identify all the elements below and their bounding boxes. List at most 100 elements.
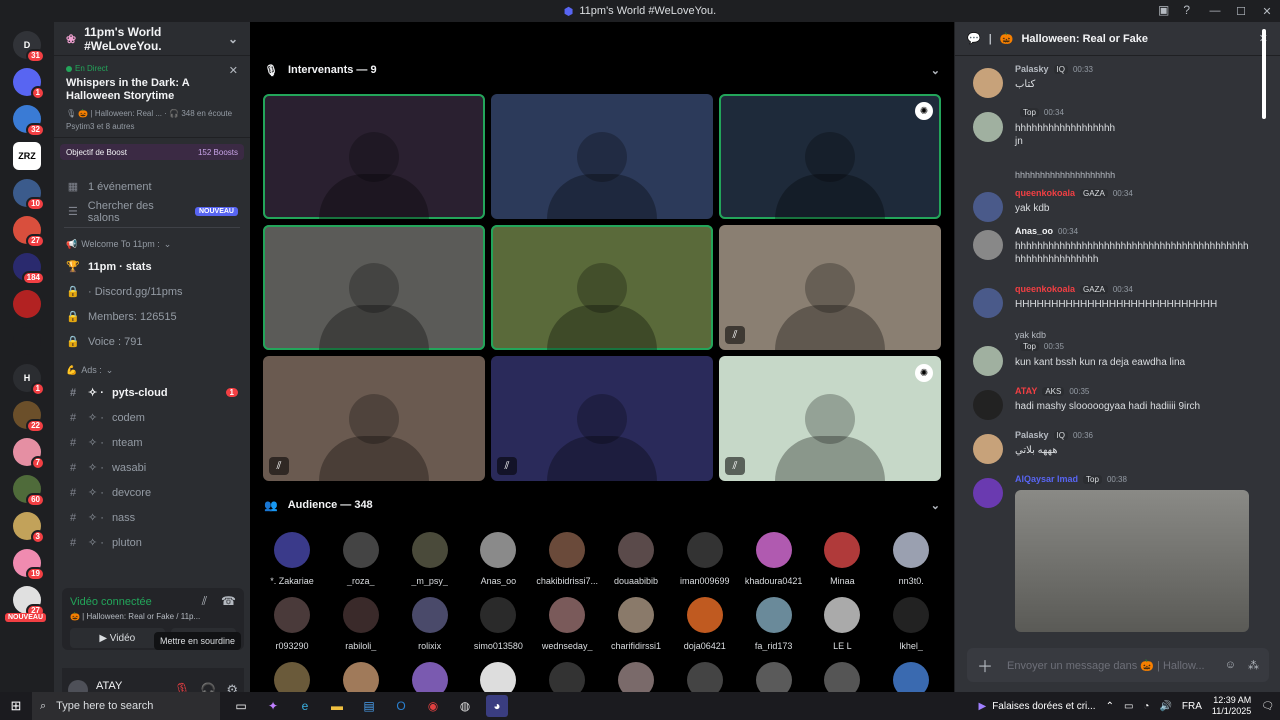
speaker-video-tile[interactable] xyxy=(263,225,485,350)
audience-member[interactable]: _m_psy_ xyxy=(396,532,464,586)
avatar[interactable] xyxy=(973,346,1003,376)
speaker-video-tile[interactable]: ✺ xyxy=(719,94,941,219)
server-icon[interactable]: 27 NOUVEAU xyxy=(5,586,47,622)
close-window-button[interactable]: ✕ xyxy=(1254,0,1280,22)
category-welcome[interactable]: 📢 Welcome To 11pm : ⌄ xyxy=(54,234,250,254)
audience-member[interactable]: iman009699 xyxy=(671,532,739,586)
author-name[interactable]: AlQaysar Imad xyxy=(1015,474,1078,484)
server-icon[interactable]: 60 xyxy=(13,475,45,507)
chevron-down-icon[interactable]: ⌄ xyxy=(931,499,940,512)
apps-icon[interactable]: ⁂ xyxy=(1248,659,1259,672)
avatar[interactable] xyxy=(973,230,1003,260)
audience-member[interactable]: wednseday_ xyxy=(533,597,601,651)
audience-member[interactable]: lkhel_ xyxy=(877,597,945,651)
maximize-button[interactable]: ☐ xyxy=(1228,0,1254,22)
noise-suppression-icon[interactable]: ⫽ xyxy=(202,594,207,609)
events-item[interactable]: ▦ 1 événement xyxy=(54,174,250,199)
audience-member[interactable]: douaabibib xyxy=(602,532,670,586)
author-name[interactable]: queenkokoala xyxy=(1015,188,1075,198)
language-indicator[interactable]: FRA xyxy=(1182,701,1202,712)
avatar[interactable] xyxy=(973,390,1003,420)
audience-member[interactable]: Anas_oo xyxy=(464,532,532,586)
server-icon[interactable]: 32 xyxy=(13,105,45,137)
disconnect-icon[interactable]: ☎ xyxy=(221,594,236,609)
obs-icon[interactable]: ◍ xyxy=(454,695,476,717)
edge-icon[interactable]: e xyxy=(294,695,316,717)
add-attachment-icon[interactable]: ＋ xyxy=(977,653,993,677)
server-icon[interactable]: 19 xyxy=(13,549,45,581)
speakers-header[interactable]: 🎙 Intervenants — 9 ⌄ xyxy=(250,55,954,85)
outlook-icon[interactable]: O xyxy=(390,695,412,717)
reply-preview[interactable]: yak kdb xyxy=(1015,330,1046,340)
wifi-icon[interactable]: ◔ xyxy=(1143,701,1149,712)
tray-chevron-icon[interactable]: ⌃ xyxy=(1106,701,1114,712)
avatar[interactable] xyxy=(973,478,1003,508)
store-icon[interactable]: ▤ xyxy=(358,695,380,717)
audience-member[interactable]: chakibidrissi7... xyxy=(533,532,601,586)
channel-item[interactable]: # ✧ · nass xyxy=(54,505,250,530)
speaker-video-tile[interactable] xyxy=(491,225,713,350)
channel-item[interactable]: # ✧ · pyts-cloud 1 xyxy=(54,380,250,405)
browse-channels-item[interactable]: ☰ Chercher des salons NOUVEAU xyxy=(54,199,250,224)
server-icon[interactable]: 22 xyxy=(13,401,45,433)
server-icon[interactable]: 10 xyxy=(13,179,45,211)
avatar[interactable] xyxy=(973,112,1003,142)
chevron-down-icon[interactable]: ⌄ xyxy=(931,64,940,77)
speaker-video-tile[interactable]: ⫽ xyxy=(263,356,485,481)
server-header[interactable]: ❀ 11pm's World #WeLoveYou. ⌄ xyxy=(54,22,250,56)
message-image[interactable] xyxy=(1015,490,1249,632)
minimize-button[interactable]: — xyxy=(1202,0,1228,22)
server-icon[interactable]: 27 xyxy=(13,216,45,248)
speaker-video-tile[interactable]: ⫽ xyxy=(719,225,941,350)
audience-member[interactable]: rabiloli_ xyxy=(327,597,395,651)
author-name[interactable]: Palasky xyxy=(1015,430,1049,440)
volume-icon[interactable]: 🔊 xyxy=(1159,701,1171,712)
speaker-video-tile[interactable]: ⫽ ✺ xyxy=(719,356,941,481)
channel-item[interactable]: # ✧ · wasabi xyxy=(54,455,250,480)
file-explorer-icon[interactable]: ▬ xyxy=(326,695,348,717)
windows-start-icon[interactable]: ⊞ xyxy=(0,698,32,714)
audience-member[interactable]: _roza_ xyxy=(327,532,395,586)
audience-member[interactable]: simo013580 xyxy=(464,597,532,651)
avatar[interactable] xyxy=(973,434,1003,464)
audience-member[interactable]: Minaa xyxy=(808,532,876,586)
server-icon[interactable]: 1 xyxy=(13,68,45,100)
weather-widget[interactable]: ▶ Falaises dorées et cri... xyxy=(979,701,1096,712)
server-icon[interactable]: 3 xyxy=(13,512,45,544)
avatar[interactable] xyxy=(973,288,1003,318)
audience-member[interactable]: charifidirssi1 xyxy=(602,597,670,651)
author-name[interactable]: ATAY xyxy=(1015,386,1037,396)
channel-item[interactable]: 🔒 Voice : 791 xyxy=(54,329,250,354)
speaker-video-tile[interactable] xyxy=(263,94,485,219)
message-input[interactable]: ＋ Envoyer un message dans 🎃 | Hallow... … xyxy=(967,648,1269,682)
reply-preview[interactable]: hhhhhhhhhhhhhhhhhhhh xyxy=(1015,170,1115,180)
audience-member[interactable]: fa_rid173 xyxy=(740,597,808,651)
help-icon[interactable]: ? xyxy=(1183,3,1190,17)
audience-member[interactable]: nn3t0. xyxy=(877,532,945,586)
chevron-down-icon[interactable]: ⌄ xyxy=(228,32,238,46)
live-event-card[interactable]: En Direct ✕ Whispers in the Dark: A Hall… xyxy=(54,56,250,138)
avatar[interactable] xyxy=(973,68,1003,98)
server-icon[interactable]: H1 xyxy=(13,364,45,396)
category-ads[interactable]: 💪 Ads : ⌄ xyxy=(54,360,250,380)
audience-member[interactable]: doja06421 xyxy=(671,597,739,651)
server-icon[interactable]: 184 xyxy=(13,253,45,285)
server-icon[interactable]: 7 xyxy=(13,438,45,470)
audience-header[interactable]: 👥 Audience — 348 ⌄ xyxy=(250,490,954,520)
author-name[interactable]: Anas_oo xyxy=(1015,226,1053,236)
taskbar-search[interactable]: ⌕ Type here to search xyxy=(32,692,220,720)
close-icon[interactable]: ✕ xyxy=(229,64,238,77)
channel-item[interactable]: # ✧ · devcore xyxy=(54,480,250,505)
inbox-icon[interactable]: ▣ xyxy=(1158,3,1169,17)
notifications-icon[interactable]: 🗨 xyxy=(1261,701,1274,712)
channel-item[interactable]: # ✧ · nteam xyxy=(54,430,250,455)
chrome-icon[interactable]: ◉ xyxy=(422,695,444,717)
channel-item[interactable]: 🔒 Members: 126515 xyxy=(54,304,250,329)
audience-member[interactable]: LE L xyxy=(808,597,876,651)
network-icon[interactable]: ▭ xyxy=(1124,701,1133,712)
channel-item[interactable]: 🔒 · Discord.gg/11pms xyxy=(54,279,250,304)
author-name[interactable]: Palasky xyxy=(1015,64,1049,74)
task-view-icon[interactable]: ▭ xyxy=(230,695,252,717)
clock[interactable]: 12:39 AM 11/1/2025 xyxy=(1212,695,1251,717)
audience-member[interactable]: *. Zakariae xyxy=(258,532,326,586)
